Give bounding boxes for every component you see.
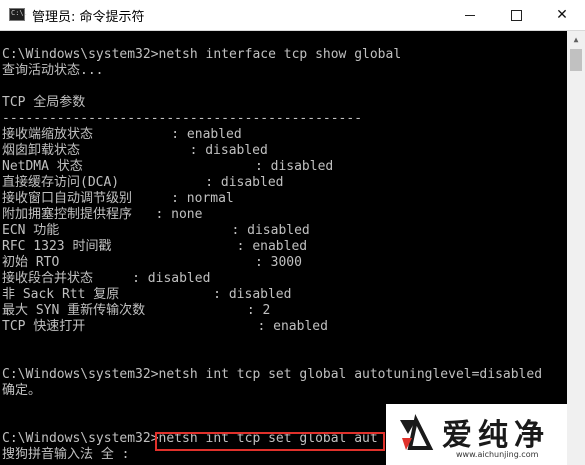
- console-line: 非 Sack Rtt 复原 : disabled: [2, 287, 292, 302]
- scroll-up-arrow-icon[interactable]: ▲: [567, 31, 585, 48]
- scrollbar-thumb[interactable]: [570, 49, 582, 71]
- console-line: ----------------------------------------…: [2, 111, 363, 126]
- console-line: TCP 全局参数: [2, 95, 86, 110]
- watermark-text: 爱纯净: [442, 418, 550, 453]
- console-line: C:\Windows\system32>netsh int tcp set gl…: [2, 367, 543, 382]
- cmd-window: C:\. 管理员: 命令提示符 ✕ C:\Windows\system32>ne…: [0, 0, 585, 465]
- console-line: RFC 1323 时间戳 : enabled: [2, 239, 308, 254]
- console-line: 附加拥塞控制提供程序 : none: [2, 207, 203, 222]
- watermark-logo-icon: [400, 414, 434, 450]
- window-title: 管理员: 命令提示符: [32, 10, 145, 25]
- site-watermark: 爱纯净 www.aichunjing.com: [386, 404, 567, 465]
- minimize-icon: [465, 14, 475, 16]
- console-line: 烟囱卸载状态 : disabled: [2, 143, 268, 158]
- console-line: 最大 SYN 重新传输次数 : 2: [2, 303, 271, 318]
- command-highlight-box: [155, 432, 385, 451]
- close-button[interactable]: ✕: [539, 0, 585, 30]
- title-bar[interactable]: C:\. 管理员: 命令提示符 ✕: [0, 0, 585, 31]
- console-line: 直接缓存访问(DCA) : disabled: [2, 175, 284, 190]
- ime-status-line: 搜狗拼音输入法 全 :: [2, 447, 130, 462]
- console-line: TCP 快速打开 : enabled: [2, 319, 328, 334]
- console-line: 接收段合并状态 : disabled: [2, 271, 211, 286]
- console-line: 接收窗口自动调节级别 : normal: [2, 191, 234, 206]
- console-line: 查询活动状态...: [2, 63, 104, 78]
- cmd-app-icon[interactable]: C:\.: [9, 8, 28, 21]
- maximize-icon: [510, 9, 522, 21]
- console-line: C:\Windows\system32>netsh interface tcp …: [2, 47, 402, 62]
- minimize-button[interactable]: [447, 0, 493, 30]
- console-line: 接收端缩放状态 : enabled: [2, 127, 242, 142]
- close-icon: ✕: [556, 7, 568, 23]
- console-line: ECN 功能 : disabled: [2, 223, 310, 238]
- console-line: NetDMA 状态 : disabled: [2, 159, 334, 174]
- console-line: 初始 RTO : 3000: [2, 255, 302, 270]
- vertical-scrollbar[interactable]: ▲: [567, 31, 585, 465]
- watermark-url: www.aichunjing.com: [456, 450, 539, 459]
- console-output[interactable]: C:\Windows\system32>netsh interface tcp …: [0, 31, 567, 465]
- maximize-button[interactable]: [493, 0, 539, 30]
- console-line: 确定。: [2, 383, 42, 398]
- cmd-app-icon-label: C:\.: [11, 9, 28, 17]
